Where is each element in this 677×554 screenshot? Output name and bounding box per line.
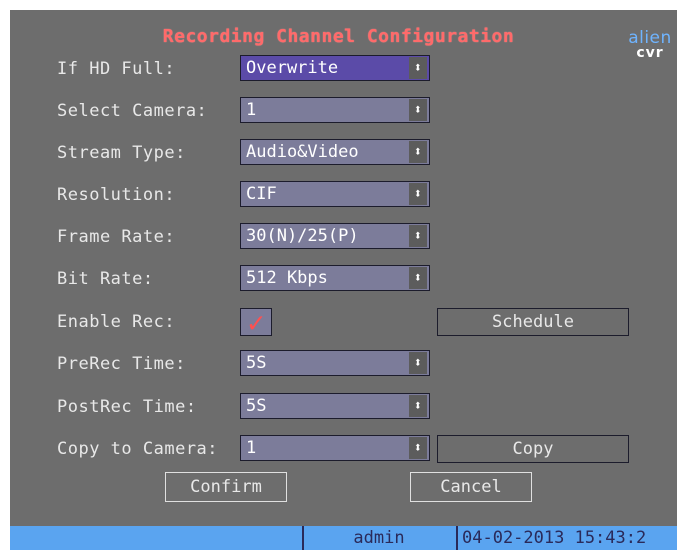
frame-rate-value: 30(N)/25(P) (246, 226, 359, 246)
updown-arrow-icon[interactable]: ⬍ (409, 183, 427, 205)
prerec-time-label: PreRec Time: (57, 354, 186, 374)
row-resolution: Resolution: CIF ⬍ (0, 181, 677, 209)
stream-type-select[interactable]: Audio&Video ⬍ (240, 139, 430, 165)
dialog-title: Recording Channel Configuration (162, 26, 515, 47)
updown-arrow-icon[interactable]: ⬍ (409, 225, 427, 247)
row-if-hd-full: If HD Full: Overwrite ⬍ (0, 55, 677, 83)
copy-to-camera-value: 1 (246, 438, 257, 458)
if-hd-full-select[interactable]: Overwrite ⬍ (240, 55, 430, 81)
stream-type-value: Audio&Video (246, 142, 359, 162)
row-bit-rate: Bit Rate: 512 Kbps ⬍ (0, 265, 677, 293)
row-prerec-time: PreRec Time: 5S ⬍ (0, 350, 677, 378)
copy-to-camera-label: Copy to Camera: (57, 439, 219, 459)
row-postrec-time: PostRec Time: 5S ⬍ (0, 393, 677, 421)
stream-type-label: Stream Type: (57, 143, 186, 163)
row-select-camera: Select Camera: 1 ⬍ (0, 97, 677, 125)
postrec-time-value: 5S (246, 396, 267, 416)
updown-arrow-icon[interactable]: ⬍ (409, 437, 427, 459)
updown-arrow-icon[interactable]: ⬍ (409, 141, 427, 163)
row-frame-rate: Frame Rate: 30(N)/25(P) ⬍ (0, 223, 677, 251)
cancel-button[interactable]: Cancel (410, 472, 532, 502)
bit-rate-value: 512 Kbps (246, 268, 328, 288)
prerec-time-value: 5S (246, 353, 267, 373)
updown-arrow-icon[interactable]: ⬍ (409, 395, 427, 417)
select-camera-value: 1 (246, 100, 257, 120)
enable-rec-checkbox[interactable]: ✓ (240, 306, 272, 339)
frame-rate-label: Frame Rate: (57, 227, 176, 247)
postrec-time-select[interactable]: 5S ⬍ (240, 393, 430, 419)
resolution-label: Resolution: (57, 185, 176, 205)
status-datetime: 04-02-2013 15:43:2 (462, 528, 647, 548)
copy-button[interactable]: Copy (437, 435, 629, 463)
row-copy-to-camera: Copy to Camera: 1 ⬍ Copy (0, 435, 677, 463)
postrec-time-label: PostRec Time: (57, 397, 197, 417)
select-camera-label: Select Camera: (57, 101, 208, 121)
if-hd-full-value: Overwrite (246, 58, 339, 78)
confirm-button[interactable]: Confirm (165, 472, 287, 502)
updown-arrow-icon[interactable]: ⬍ (409, 352, 427, 374)
bit-rate-label: Bit Rate: (57, 269, 154, 289)
row-enable-rec: Enable Rec: ✓ Schedule (0, 306, 677, 339)
checkmark-icon: ✓ (247, 306, 265, 339)
resolution-value: CIF (246, 184, 277, 204)
bit-rate-select[interactable]: 512 Kbps ⬍ (240, 265, 430, 291)
schedule-button[interactable]: Schedule (437, 308, 629, 336)
updown-arrow-icon[interactable]: ⬍ (409, 267, 427, 289)
enable-rec-label: Enable Rec: (57, 312, 176, 332)
updown-arrow-icon[interactable]: ⬍ (409, 57, 427, 79)
frame-rate-select[interactable]: 30(N)/25(P) ⬍ (240, 223, 430, 249)
select-camera-select[interactable]: 1 ⬍ (240, 97, 430, 123)
if-hd-full-label: If HD Full: (57, 59, 176, 79)
row-stream-type: Stream Type: Audio&Video ⬍ (0, 139, 677, 167)
prerec-time-select[interactable]: 5S ⬍ (240, 350, 430, 376)
updown-arrow-icon[interactable]: ⬍ (409, 99, 427, 121)
resolution-select[interactable]: CIF ⬍ (240, 181, 430, 207)
status-bar: admin 04-02-2013 15:43:2 (10, 526, 677, 550)
copy-to-camera-select[interactable]: 1 ⬍ (240, 435, 430, 461)
status-user: admin (353, 528, 405, 548)
